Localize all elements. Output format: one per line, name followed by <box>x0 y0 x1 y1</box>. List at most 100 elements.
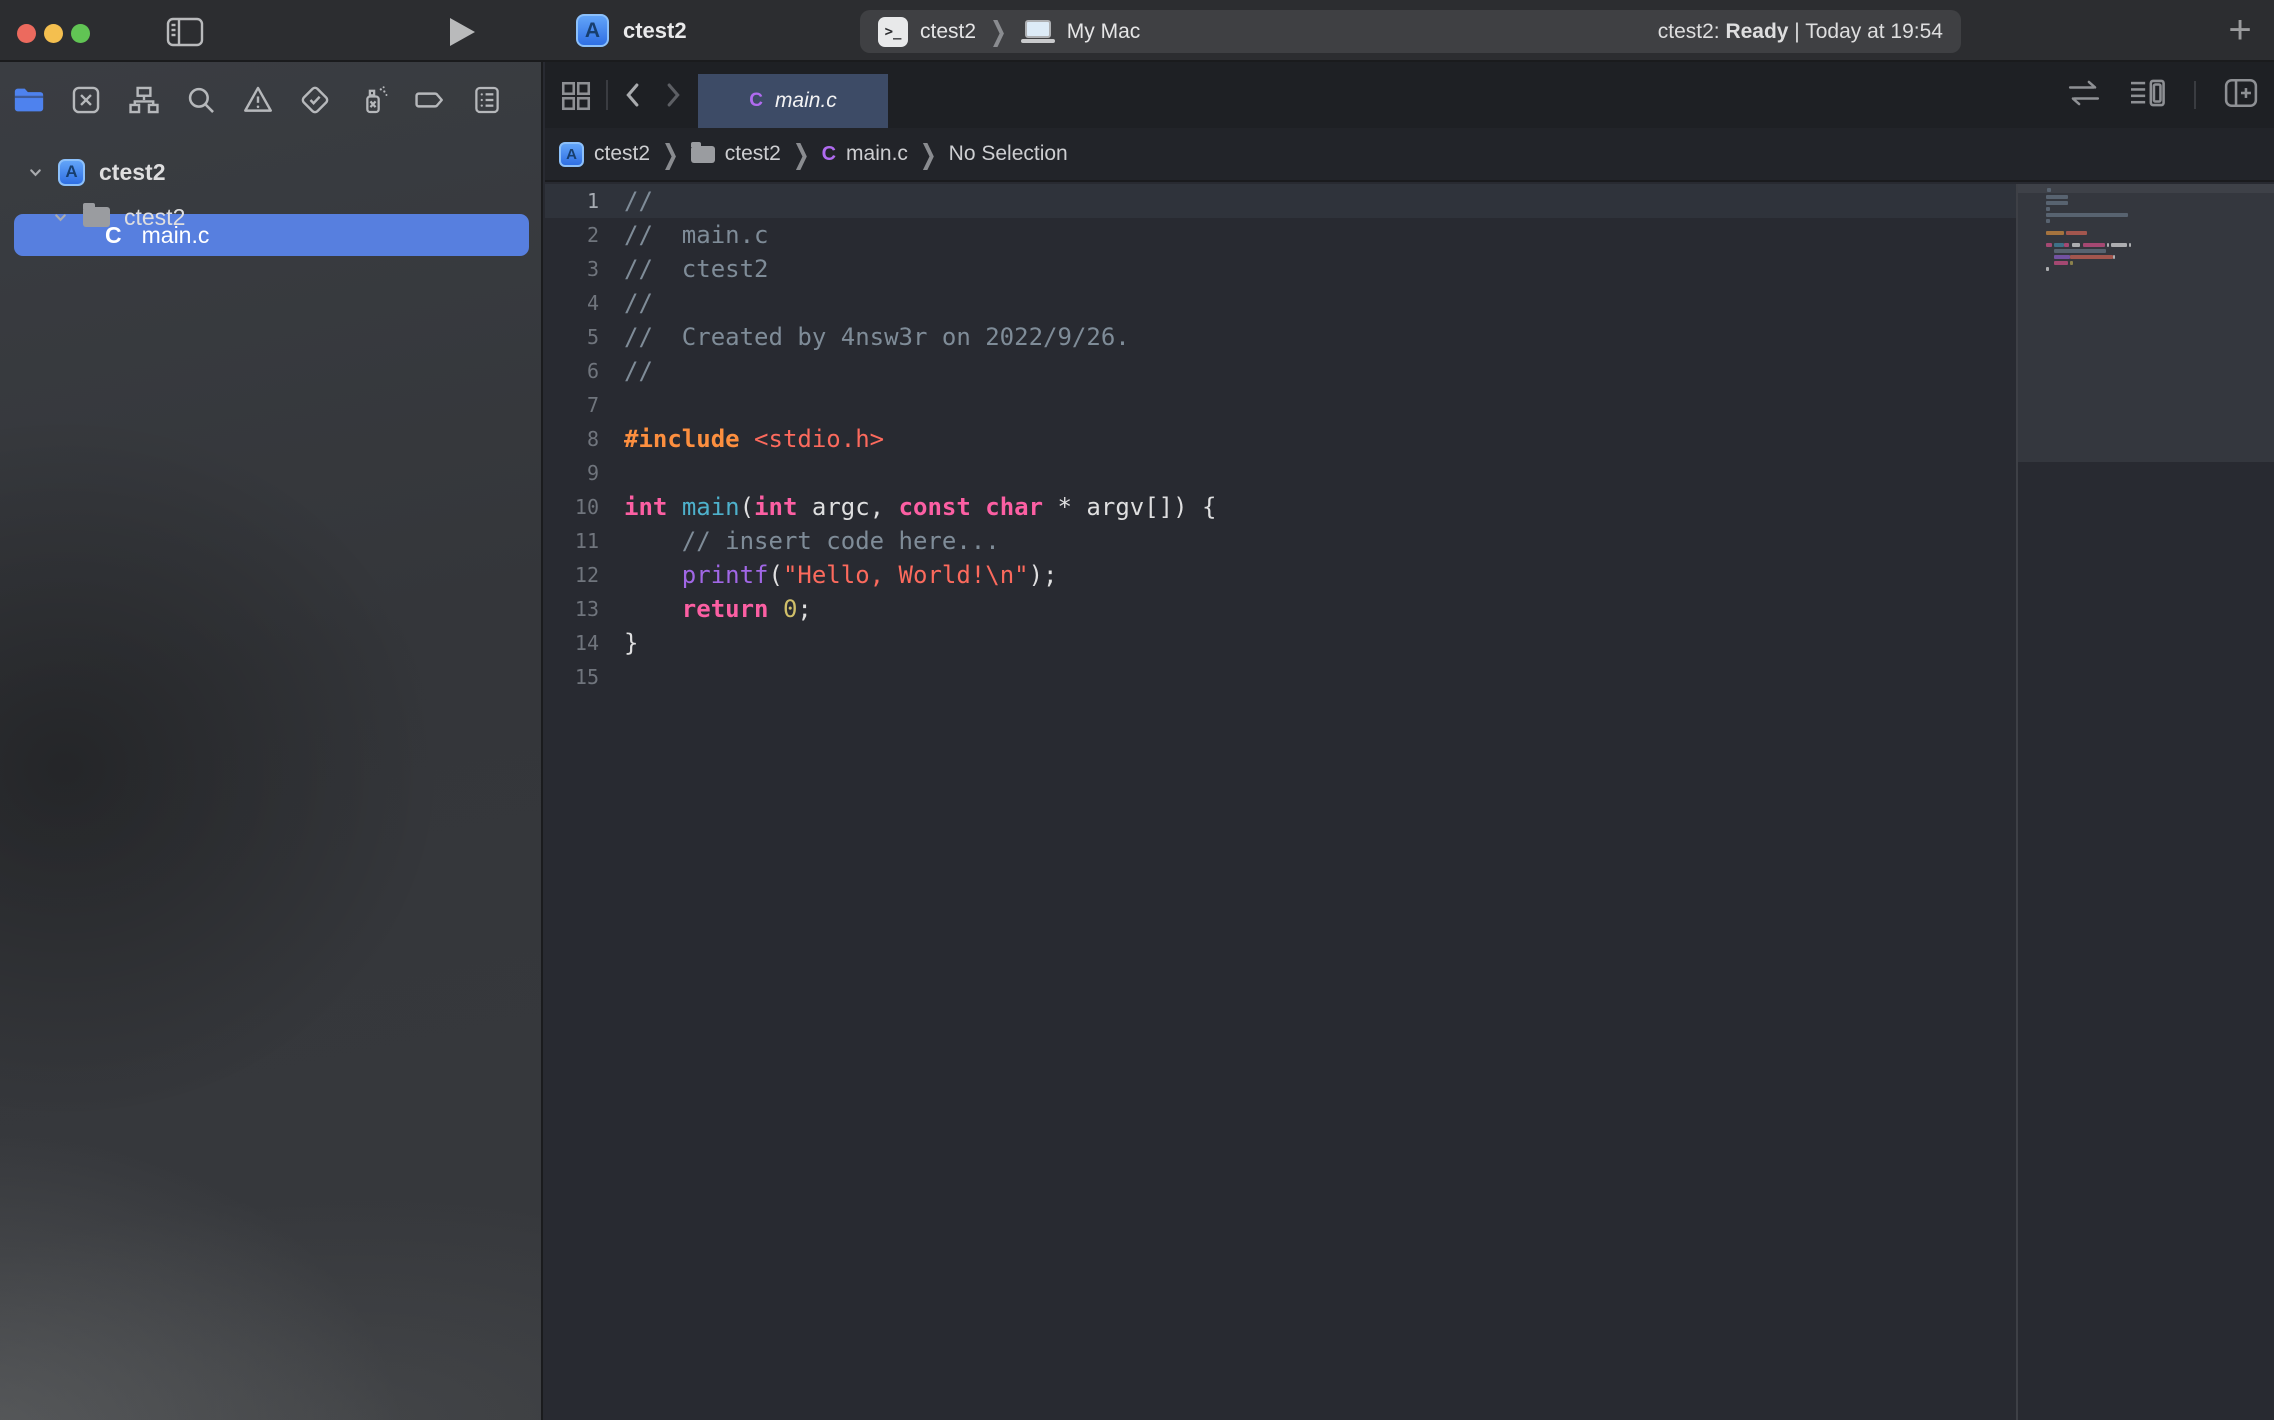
report-navigator-tab[interactable] <box>469 82 505 118</box>
tab-overview-button[interactable] <box>558 78 594 119</box>
scheme-selector[interactable]: >_ ctest2 ❯ My Mac <box>878 17 1140 47</box>
line-number[interactable]: 3 <box>545 257 599 281</box>
minimap-bar <box>2129 243 2131 247</box>
line-content: return 0; <box>624 595 812 623</box>
code-line[interactable]: 8#include <stdio.h> <box>545 422 2274 456</box>
jump-bar-label[interactable]: ctest2 <box>725 142 781 166</box>
minimap-bar <box>2111 243 2127 247</box>
line-number[interactable]: 8 <box>545 427 599 451</box>
breakpoint-tag-icon <box>413 83 447 117</box>
line-number[interactable]: 15 <box>545 665 599 689</box>
minimap-bar <box>2064 243 2069 247</box>
arrows-swap-icon <box>2066 78 2102 108</box>
jump-bar-file[interactable]: C main.c <box>822 142 908 166</box>
tab-label[interactable]: main.c <box>775 89 837 113</box>
jump-bar-project[interactable]: A ctest2 <box>559 142 650 167</box>
disclosure-chevron-icon[interactable] <box>27 164 44 181</box>
zoom-window-button[interactable] <box>71 24 90 43</box>
code-line[interactable]: 3// ctest2 <box>545 252 2274 286</box>
minimap-bar <box>2046 207 2050 211</box>
tree-item-project[interactable]: A ctest2 <box>0 152 543 192</box>
line-number[interactable]: 12 <box>545 563 599 587</box>
close-window-button[interactable] <box>17 24 36 43</box>
code-line[interactable]: 2// main.c <box>545 218 2274 252</box>
test-navigator-tab[interactable] <box>297 82 333 118</box>
toolbar: A ctest2 >_ ctest2 ❯ My Mac ctest2: Read… <box>0 0 2274 62</box>
activity-view[interactable]: >_ ctest2 ❯ My Mac ctest2: Ready | Today… <box>860 10 1961 53</box>
tree-item-main-c[interactable]: C main.c <box>0 215 543 255</box>
minimap-bar <box>2046 231 2064 235</box>
line-number[interactable]: 13 <box>545 597 599 621</box>
code-line[interactable]: 13 return 0; <box>545 592 2274 626</box>
line-number[interactable]: 6 <box>545 359 599 383</box>
jump-bar-selection[interactable]: No Selection <box>949 142 1068 166</box>
run-button[interactable] <box>448 17 476 47</box>
hierarchy-icon <box>127 83 161 117</box>
chevron-right-icon <box>655 78 689 112</box>
code-line[interactable]: 9 <box>545 456 2274 490</box>
jump-bar-label[interactable]: ctest2 <box>594 142 650 166</box>
breakpoint-navigator-tab[interactable] <box>412 82 448 118</box>
scheme-target-label[interactable]: ctest2 <box>920 20 976 44</box>
line-number[interactable]: 7 <box>545 393 599 417</box>
chevron-left-icon <box>617 78 651 112</box>
project-navigator-tab[interactable] <box>11 82 47 118</box>
jump-bar-group[interactable]: ctest2 <box>691 142 781 166</box>
source-control-navigator-tab[interactable] <box>68 82 104 118</box>
c-file-icon: C <box>749 90 763 112</box>
line-number[interactable]: 2 <box>545 223 599 247</box>
toggle-navigator-button[interactable] <box>166 16 206 53</box>
minimize-window-button[interactable] <box>44 24 63 43</box>
jump-bar-label[interactable]: main.c <box>846 142 908 166</box>
line-number[interactable]: 9 <box>545 461 599 485</box>
code-line[interactable]: 15 <box>545 660 2274 694</box>
line-number[interactable]: 11 <box>545 529 599 553</box>
minimap-bar <box>2072 243 2080 247</box>
line-number[interactable]: 5 <box>545 325 599 349</box>
line-number[interactable]: 1 <box>545 189 599 213</box>
debug-navigator-tab[interactable] <box>355 82 391 118</box>
minimap-bar <box>2070 261 2073 265</box>
line-number[interactable]: 4 <box>545 291 599 315</box>
code-line[interactable]: 12 printf("Hello, World!\n"); <box>545 558 2274 592</box>
code-line[interactable]: 1// <box>545 184 2274 218</box>
line-number[interactable]: 14 <box>545 631 599 655</box>
minimap-bar <box>2046 267 2049 271</box>
source-code-editor[interactable]: 1//2// main.c3// ctest24// 5 // Created by… <box>545 184 2274 1420</box>
project-app-icon: A <box>58 159 85 186</box>
jump-bar-label[interactable]: No Selection <box>949 142 1068 166</box>
add-editor-button[interactable] <box>2222 76 2260 115</box>
code-line[interactable]: 7 <box>545 388 2274 422</box>
library-add-button[interactable]: + <box>2218 8 2262 52</box>
code-line[interactable]: 6// <box>545 354 2274 388</box>
line-content: int main(int argc, const char * argv[]) … <box>624 493 1216 521</box>
minimap-bar <box>2113 255 2115 259</box>
editor-tab-bar: C main.c <box>545 62 2274 128</box>
code-line[interactable]: 10 int main(int argc, const char * argv[]… <box>545 490 2274 524</box>
folder-icon <box>12 83 46 117</box>
line-number[interactable]: 10 <box>545 495 599 519</box>
code-line[interactable]: 5 // Created by 4nsw3r on 2022/9/26. <box>545 320 2274 354</box>
go-forward-button[interactable] <box>655 78 689 117</box>
navigator-sidebar: A ctest2 ctest2 C main.c <box>0 62 543 1420</box>
symbol-navigator-tab[interactable] <box>126 82 162 118</box>
code-line[interactable]: 4// <box>545 286 2274 320</box>
line-content: // Created by 4nsw3r on 2022/9/26. <box>624 323 1130 351</box>
tree-item-label[interactable]: ctest2 <box>99 159 165 186</box>
folder-icon <box>691 146 715 163</box>
issue-navigator-tab[interactable] <box>240 82 276 118</box>
minimap-bar <box>2046 219 2050 223</box>
editor-options-button[interactable] <box>2128 76 2168 115</box>
code-review-button[interactable] <box>2066 78 2102 113</box>
minimap-bar <box>2047 188 2051 192</box>
tab-main-c[interactable]: C main.c <box>698 74 888 128</box>
go-back-button[interactable] <box>617 78 651 117</box>
find-navigator-tab[interactable] <box>183 82 219 118</box>
editor-options-icon <box>2128 76 2168 110</box>
code-line[interactable]: 14} <box>545 626 2274 660</box>
code-line[interactable]: 11 // insert code here... <box>545 524 2274 558</box>
split-editor-plus-icon <box>2222 76 2260 110</box>
scheme-destination-label[interactable]: My Mac <box>1067 20 1141 44</box>
tree-item-label[interactable]: main.c <box>142 222 210 249</box>
code-minimap[interactable] <box>2018 184 2274 462</box>
